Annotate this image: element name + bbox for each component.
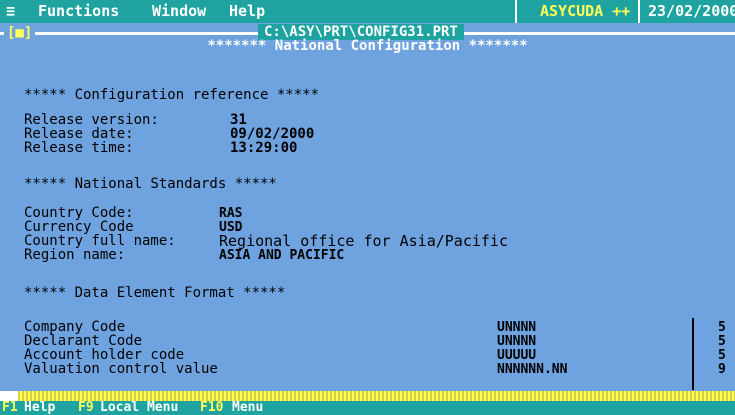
table-row-length: 9: [718, 362, 726, 377]
column-divider: [692, 318, 694, 390]
table-row-format: NNNNNN.NN: [497, 362, 568, 377]
table-row-length: 5: [718, 334, 726, 349]
report-title: ******* National Configuration *******: [207, 38, 528, 54]
system-menu-icon[interactable]: ≡: [6, 2, 15, 20]
country-code-value: RAS: [219, 206, 243, 221]
horizontal-scrollbar[interactable]: [0, 391, 735, 401]
menu-help[interactable]: Help: [229, 2, 265, 20]
section-heading: ***** Configuration reference *****: [24, 87, 320, 103]
release-time-value: 13:29:00: [230, 140, 298, 156]
table-row-name: Valuation control value: [24, 361, 218, 377]
f9-local-menu-label[interactable]: Local Menu: [100, 401, 178, 415]
app-name: ASYCUDA ++: [540, 2, 631, 20]
region-name-label: Region name:: [24, 247, 126, 263]
section-national-standards: ***** National Standards *****: [24, 177, 277, 192]
section-heading: ***** National Standards *****: [24, 176, 277, 192]
menubar-separator: [515, 0, 517, 23]
table-row-length: 5: [718, 348, 726, 363]
table-row-length: 5: [718, 320, 726, 335]
f10-key[interactable]: F10: [200, 401, 223, 415]
table-row-format: UUUUU: [497, 348, 537, 363]
table-row-format: UNNNN: [497, 334, 537, 349]
section-configuration-reference: ***** Configuration reference *****: [24, 88, 319, 103]
scrollbar-thumb[interactable]: [6, 391, 18, 401]
f9-key[interactable]: F9: [78, 401, 94, 415]
region-name-value: ASIA AND PACIFIC: [219, 248, 345, 263]
menu-window[interactable]: Window: [152, 2, 206, 20]
menu-bar: ≡ Functions Window Help ASYCUDA ++ 23/02…: [0, 0, 735, 23]
f1-key[interactable]: F1: [2, 401, 18, 415]
f10-menu-label[interactable]: Menu: [232, 401, 263, 415]
menubar-separator: [638, 0, 640, 23]
section-heading: ***** Data Element Format *****: [24, 285, 286, 301]
f1-help-label[interactable]: Help: [24, 401, 55, 415]
system-date: 23/02/2000: [648, 2, 735, 20]
table-row-format: UNNNN: [497, 320, 537, 335]
section-data-element-format: ***** Data Element Format *****: [24, 286, 285, 301]
release-time-label: Release time:: [24, 140, 134, 156]
menu-functions[interactable]: Functions: [38, 2, 119, 20]
status-bar: F1 Help F9 Local Menu F10 Menu: [0, 401, 735, 415]
country-full-name-value: Regional office for Asia/Pacific: [219, 232, 508, 250]
